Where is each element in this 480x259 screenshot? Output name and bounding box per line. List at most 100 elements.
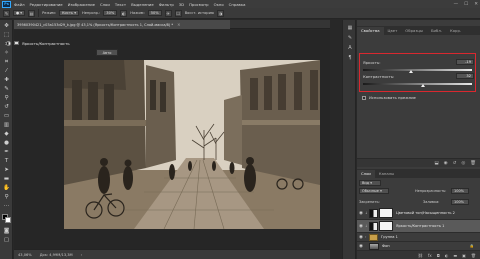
pressure-field[interactable]: 50% xyxy=(147,10,162,16)
menu-layers[interactable]: Слои xyxy=(100,2,110,7)
status-arrow-icon[interactable]: › xyxy=(81,253,82,257)
use-legacy-checkbox[interactable] xyxy=(362,95,366,100)
tab-layers[interactable]: Слои xyxy=(357,170,375,178)
layer-row[interactable]: ◉ › Группа 1 xyxy=(357,233,480,242)
document-image[interactable] xyxy=(64,60,320,229)
menu-help[interactable]: Справка xyxy=(229,2,246,7)
tab-channels[interactable]: Каналы xyxy=(375,170,398,178)
contrast-slider-thumb[interactable] xyxy=(420,84,425,87)
path-selection-tool-icon[interactable]: ➤ xyxy=(2,167,11,175)
shape-tool-icon[interactable]: ▬ xyxy=(2,176,11,184)
layer-thumbnail[interactable] xyxy=(369,242,379,250)
zoom-tool-icon[interactable]: ⚲ xyxy=(2,194,11,202)
clone-stamp-tool-icon[interactable]: ⚲ xyxy=(2,95,11,103)
history-panel-icon[interactable]: ▦ xyxy=(346,24,354,32)
clip-to-layer-icon[interactable]: ⬓ xyxy=(434,161,438,166)
brightness-field[interactable]: -19 xyxy=(456,59,474,65)
blur-tool-icon[interactable]: ◆ xyxy=(2,131,11,139)
move-tool-icon[interactable]: ✥ xyxy=(2,23,11,31)
pen-tool-icon[interactable]: ✒ xyxy=(2,149,11,157)
hand-tool-icon[interactable]: ✋ xyxy=(2,185,11,193)
layer-row[interactable]: ◉ Фон 🔒 xyxy=(357,242,480,251)
background-color-swatch[interactable] xyxy=(5,217,11,223)
eye-icon[interactable]: ◉ xyxy=(357,224,365,229)
tab-color[interactable]: Цвет xyxy=(384,27,402,35)
kind-filter-select[interactable]: Вид ▾ xyxy=(359,180,381,186)
maximize-icon[interactable]: ☐ xyxy=(464,2,468,7)
contrast-field[interactable]: 32 xyxy=(456,73,474,79)
crop-tool-icon[interactable]: ⌗ xyxy=(2,59,11,67)
paragraph-panel-icon[interactable]: ¶ xyxy=(346,54,354,62)
erase-history-checkbox[interactable]: ☐ xyxy=(174,9,182,17)
brightness-slider-track[interactable] xyxy=(363,69,472,71)
layer-row[interactable]: ◉ ↓ Цветовой тон/Насыщенность 2 xyxy=(357,207,480,220)
mask-icon[interactable] xyxy=(14,41,19,45)
visibility-icon[interactable]: ◎ xyxy=(461,161,465,166)
menu-view[interactable]: Просмотр xyxy=(189,2,209,7)
tab-properties[interactable]: Свойства xyxy=(357,27,384,35)
link-layers-icon[interactable]: ⛓ xyxy=(418,253,423,258)
more-tools-icon[interactable]: ⋯ xyxy=(2,203,11,211)
view-previous-icon[interactable]: ◉ xyxy=(444,161,448,166)
pressure-opacity-icon[interactable]: ◐ xyxy=(120,9,128,17)
reset-icon[interactable]: ↺ xyxy=(453,161,457,166)
eye-icon[interactable]: ◉ xyxy=(357,211,365,216)
tab-libraries[interactable]: Библ. xyxy=(427,27,446,35)
airbrush-icon[interactable]: ✈ xyxy=(164,9,172,17)
brush-panel-icon[interactable]: ✎ xyxy=(346,34,354,42)
quick-mask-icon[interactable]: ◙ xyxy=(2,228,11,236)
eye-icon[interactable]: ◉ xyxy=(357,244,365,249)
contrast-slider-track[interactable] xyxy=(363,83,472,85)
opacity-field[interactable]: 100% xyxy=(451,188,469,194)
brightness-slider-thumb[interactable] xyxy=(408,70,413,73)
zoom-level[interactable]: 43,06% xyxy=(18,253,32,257)
history-brush-tool-icon[interactable]: ↺ xyxy=(2,104,11,112)
opacity-field[interactable]: 30% xyxy=(103,10,118,16)
new-group-icon[interactable]: ▬ xyxy=(453,253,457,258)
auto-button[interactable]: Авто xyxy=(96,49,118,56)
tab-adjustments[interactable]: Корр. xyxy=(446,27,465,35)
blend-mode-select[interactable]: Обычные ▾ xyxy=(359,188,389,194)
layer-row[interactable]: ◉ ↓ Яркость/Контрастность 1 xyxy=(357,220,480,233)
dodge-tool-icon[interactable]: ● xyxy=(2,140,11,148)
eyedropper-tool-icon[interactable]: ⁄ xyxy=(2,68,11,76)
document-size[interactable]: Док: 4,99M/13,3M xyxy=(40,253,73,257)
close-icon[interactable]: ✕ xyxy=(474,2,478,7)
screen-mode-icon[interactable]: ▢ xyxy=(2,237,11,245)
menu-edit[interactable]: Редактирование xyxy=(30,2,63,7)
magic-wand-tool-icon[interactable]: ✧ xyxy=(2,50,11,58)
pressure-size-icon[interactable]: ◑ xyxy=(216,9,224,17)
add-mask-icon[interactable]: ◘ xyxy=(437,253,440,258)
delete-layer-icon[interactable]: 🗑 xyxy=(471,253,476,258)
gradient-tool-icon[interactable]: ▥ xyxy=(2,122,11,130)
brush-settings-icon[interactable]: ▤ xyxy=(28,9,36,17)
eye-icon[interactable]: ◉ xyxy=(357,235,365,240)
tab-swatches[interactable]: Образцы xyxy=(401,27,427,35)
menu-select[interactable]: Выделение xyxy=(131,2,154,7)
layer-mask-thumbnail[interactable] xyxy=(379,221,393,231)
layer-style-icon[interactable]: fx xyxy=(428,253,432,258)
minimize-icon[interactable]: — xyxy=(454,2,459,7)
use-legacy-row[interactable]: Использовать прежние xyxy=(362,95,416,100)
new-layer-icon[interactable]: ▣ xyxy=(462,253,466,258)
mode-select[interactable]: Кисть ▾ xyxy=(58,10,79,16)
document-tab[interactable]: 39560390421_c03a153d29_k.jpg @ 43,1% (Яр… xyxy=(14,20,230,29)
close-document-icon[interactable]: × xyxy=(177,22,180,27)
menu-3d[interactable]: 3D xyxy=(179,2,184,7)
history-brush-icon[interactable]: ✎ xyxy=(3,9,10,17)
menu-type[interactable]: Текст xyxy=(115,2,126,7)
delete-adjustment-icon[interactable]: 🗑 xyxy=(470,161,476,166)
brush-size-picker[interactable]: ● ▾ xyxy=(13,10,26,16)
brush-tool-icon[interactable]: ✎ xyxy=(2,86,11,94)
menu-filter[interactable]: Фильтр xyxy=(159,2,174,7)
menu-file[interactable]: Файл xyxy=(14,2,25,7)
character-panel-icon[interactable]: A xyxy=(346,44,354,52)
eraser-tool-icon[interactable]: ▭ xyxy=(2,113,11,121)
type-tool-icon[interactable]: T xyxy=(2,158,11,166)
menu-window[interactable]: Окно xyxy=(214,2,224,7)
new-adjustment-icon[interactable]: ◐ xyxy=(445,253,449,258)
layer-mask-thumbnail[interactable] xyxy=(379,208,393,218)
menu-image[interactable]: Изображение xyxy=(68,2,95,7)
fill-field[interactable]: 100% xyxy=(451,199,469,205)
healing-brush-tool-icon[interactable]: ✚ xyxy=(2,77,11,85)
